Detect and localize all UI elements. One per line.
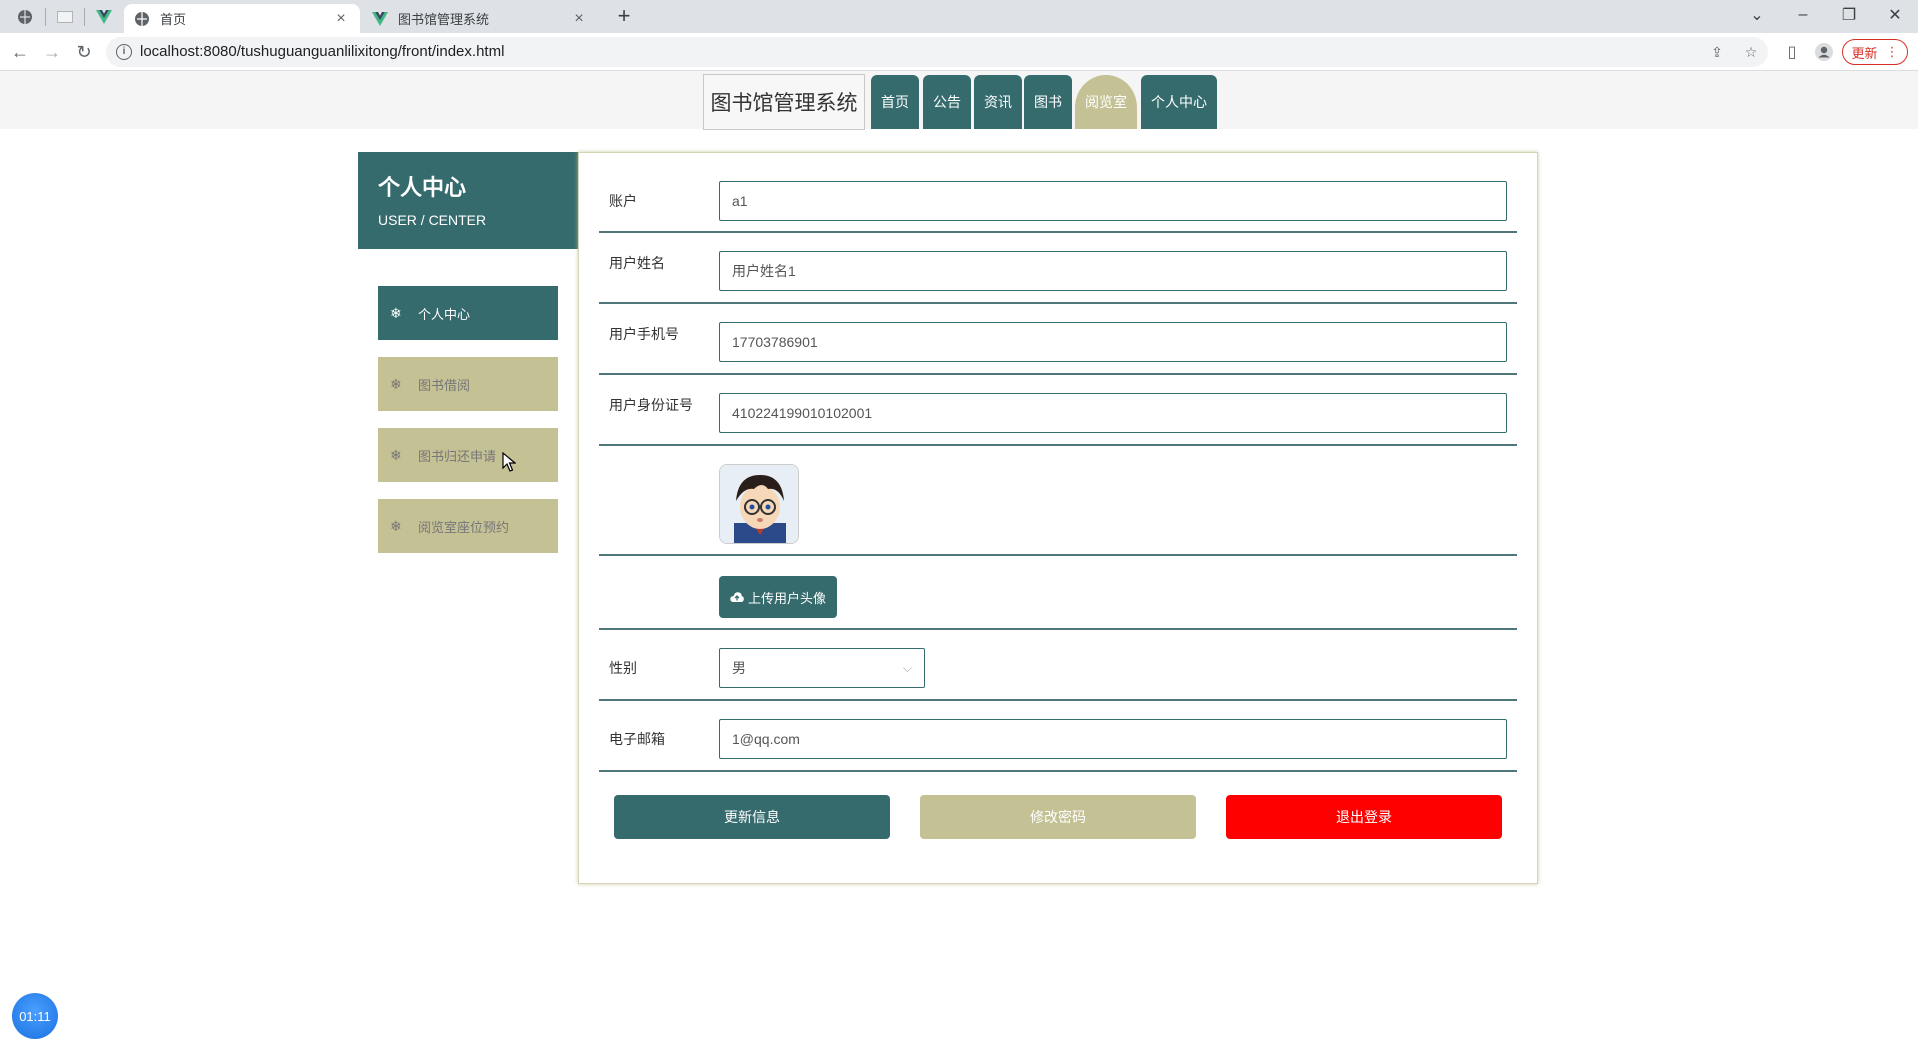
profile-form-panel: 账户 用户姓名 用户手机号 用户身份证号 [578, 152, 1538, 884]
update-info-button[interactable]: 更新信息 [614, 795, 890, 839]
star-icon[interactable]: ☆ [1742, 43, 1760, 61]
side-panel-icon[interactable]: ▯ [1780, 40, 1804, 64]
nav-reading-room[interactable]: 阅览室 [1075, 75, 1137, 129]
close-icon[interactable]: × [332, 10, 350, 28]
snowflake-icon: ❄ [390, 446, 402, 463]
globe-icon [18, 10, 32, 24]
nav-personal-center[interactable]: 个人中心 [1141, 75, 1217, 129]
sidebar-item-label: 阅览室座位预约 [418, 519, 510, 535]
menu-dots-icon: ⋮ [1885, 44, 1899, 59]
sidebar-title: 个人中心 [378, 175, 467, 200]
forward-icon[interactable]: → [40, 40, 64, 64]
id-card-input[interactable] [719, 393, 1507, 433]
pinned-tab-blank[interactable] [50, 4, 80, 30]
nav-home[interactable]: 首页 [871, 75, 919, 129]
email-input[interactable] [719, 719, 1507, 759]
sidebar-item-label: 个人中心 [418, 306, 471, 322]
account-input[interactable] [719, 181, 1507, 221]
nav-news[interactable]: 资讯 [974, 75, 1022, 129]
page-icon [57, 11, 73, 23]
tab-search-icon[interactable]: ⌄ [1734, 0, 1780, 30]
nav-books[interactable]: 图书 [1024, 75, 1072, 129]
vue-icon [372, 11, 388, 26]
name-input[interactable] [719, 251, 1507, 291]
logout-button[interactable]: 退出登录 [1226, 795, 1502, 839]
info-icon[interactable]: i [116, 44, 132, 60]
close-icon[interactable]: × [570, 10, 588, 28]
form-row-name: 用户姓名 [599, 233, 1517, 304]
sidebar-item-label: 图书借阅 [418, 377, 471, 393]
form-row-avatar [599, 446, 1517, 556]
form-row-gender: 性别 男 ⌵ [599, 630, 1517, 701]
profile-icon[interactable] [1812, 40, 1836, 64]
address-bar[interactable]: i localhost:8080/tushuguanguanlilixitong… [106, 37, 1768, 67]
sidebar-header: 个人中心 USER / CENTER [358, 152, 578, 249]
snowflake-icon: ❄ [390, 517, 402, 534]
chevron-down-icon: ⌵ [902, 660, 912, 675]
avatar [719, 464, 799, 544]
gender-value: 男 [732, 660, 746, 676]
snowflake-icon: ❄ [390, 375, 402, 392]
update-button[interactable]: 更新 ⋮ [1842, 39, 1908, 65]
sidebar-item-personal-center[interactable]: ❄ 个人中心 [378, 286, 558, 340]
gender-select[interactable]: 男 ⌵ [719, 648, 925, 688]
phone-input[interactable] [719, 322, 1507, 362]
upload-label: 上传用户头像 [747, 590, 826, 606]
mouse-cursor-icon [502, 452, 516, 472]
form-row-account: 账户 [599, 171, 1517, 233]
pinned-tab-globe[interactable] [10, 4, 40, 30]
name-label: 用户姓名 [609, 255, 665, 271]
email-label: 电子邮箱 [609, 731, 665, 747]
vue-icon [96, 10, 112, 24]
form-row-phone: 用户手机号 [599, 304, 1517, 375]
site-brand[interactable]: 图书馆管理系统 [703, 74, 865, 130]
sidebar-subtitle: USER / CENTER [378, 212, 487, 228]
reload-icon[interactable]: ↻ [72, 40, 96, 64]
site-header: 图书馆管理系统 首页 公告 资讯 图书 阅览室 个人中心 [0, 71, 1918, 130]
globe-icon [135, 11, 149, 26]
id-card-label: 用户身份证号 [609, 397, 693, 413]
sidebar-item-label: 图书归还申请 [418, 448, 497, 464]
new-tab-button[interactable]: + [612, 5, 636, 29]
tab-title: 首页 [160, 12, 187, 27]
browser-tab-bar: 首页 × 图书馆管理系统 × + ⌄ – ❐ ✕ [0, 0, 1918, 33]
snowflake-icon: ❄ [390, 304, 402, 321]
form-row-email: 电子邮箱 [599, 701, 1517, 772]
sidebar-item-seat-booking[interactable]: ❄ 阅览室座位预约 [378, 499, 558, 553]
change-password-button[interactable]: 修改密码 [920, 795, 1196, 839]
pinned-tab-vue[interactable] [89, 4, 119, 30]
browser-toolbar: ← → ↻ i localhost:8080/tushuguanguanlili… [0, 33, 1918, 71]
account-label: 账户 [609, 193, 637, 209]
phone-label: 用户手机号 [609, 326, 679, 342]
window-close-icon[interactable]: ✕ [1872, 0, 1918, 30]
tab-library[interactable]: 图书馆管理系统 × [362, 4, 598, 33]
minimize-icon[interactable]: – [1780, 0, 1826, 30]
tab-title: 图书馆管理系统 [398, 12, 490, 27]
url-text[interactable]: localhost:8080/tushuguanguanlilixitong/f… [140, 43, 504, 60]
update-label: 更新 [1851, 45, 1878, 61]
nav-notice[interactable]: 公告 [923, 75, 971, 129]
upload-avatar-button[interactable]: 上传用户头像 [719, 576, 837, 618]
gender-label: 性别 [609, 660, 637, 676]
back-icon[interactable]: ← [8, 40, 32, 64]
tab-home[interactable]: 首页 × [124, 4, 360, 33]
restore-icon[interactable]: ❐ [1826, 0, 1872, 30]
share-icon[interactable]: ⇪ [1708, 43, 1726, 61]
form-row-id-card: 用户身份证号 [599, 375, 1517, 446]
sidebar-item-return-request[interactable]: ❄ 图书归还申请 [378, 428, 558, 482]
sidebar-item-borrow[interactable]: ❄ 图书借阅 [378, 357, 558, 411]
form-row-upload: 上传用户头像 [599, 556, 1517, 630]
cloud-upload-icon [730, 592, 744, 602]
timer-badge[interactable]: 01:11 [12, 993, 58, 1039]
